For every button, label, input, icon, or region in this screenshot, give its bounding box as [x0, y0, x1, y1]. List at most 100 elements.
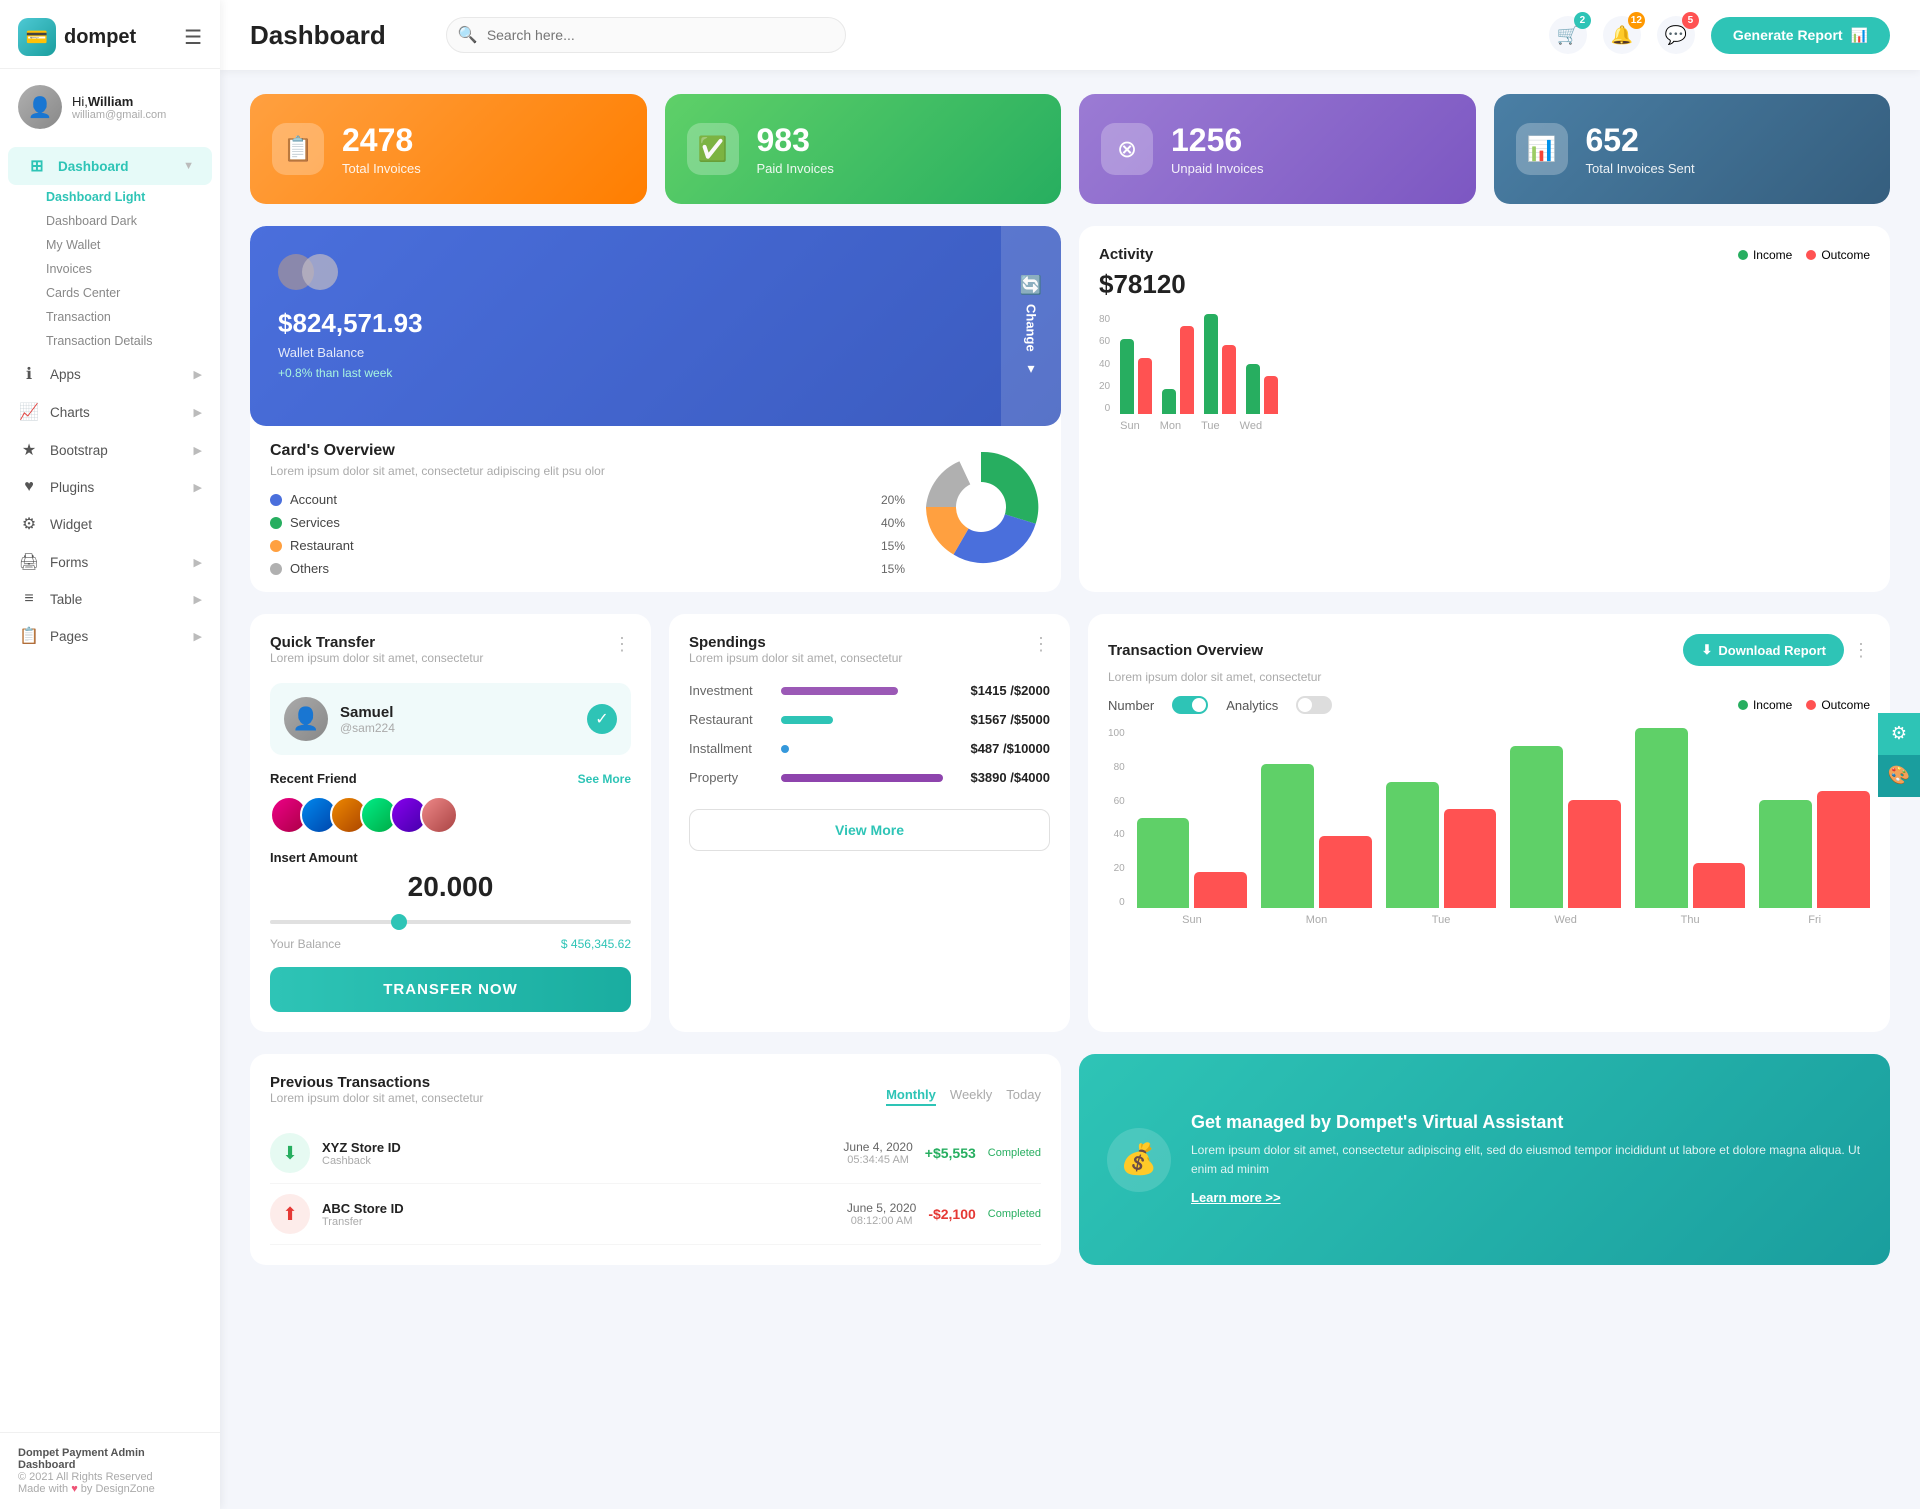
- subnav-transaction[interactable]: Transaction: [0, 305, 220, 329]
- big-fri-income: [1759, 800, 1812, 908]
- amount-slider[interactable]: [270, 920, 631, 924]
- tx-name-2: ABC Store ID: [322, 1201, 835, 1216]
- chevron-down-icon: ▼: [183, 160, 194, 172]
- wallet-change: +0.8% than last week: [278, 366, 1033, 380]
- sidebar-item-label-forms: Forms: [50, 555, 88, 570]
- to-income-legend: Income: [1738, 698, 1792, 712]
- mon-income-bar: [1162, 389, 1176, 414]
- hamburger-menu[interactable]: ☰: [184, 25, 202, 50]
- spending-items: Investment $1415 /$2000 Restaurant $1567…: [689, 683, 1050, 785]
- tab-today[interactable]: Today: [1006, 1087, 1041, 1106]
- qt-header: Quick Transfer Lorem ipsum dolor sit ame…: [270, 634, 631, 679]
- sidebar-item-charts[interactable]: 📈 Charts ▶: [0, 393, 220, 431]
- restaurant-label: Restaurant: [689, 712, 769, 727]
- change-button[interactable]: 🔄 Change ▾: [1001, 226, 1061, 426]
- spending-property: Property $3890 /$4000: [689, 770, 1050, 785]
- pie-center: [956, 482, 1006, 532]
- apps-icon: ℹ: [18, 364, 40, 384]
- spendings-panel: Spendings Lorem ipsum dolor sit amet, co…: [669, 614, 1070, 1032]
- qt-more-button[interactable]: ⋮: [613, 634, 631, 655]
- pt-title: Previous Transactions: [270, 1074, 483, 1091]
- big-thu-income: [1635, 728, 1688, 908]
- y-axis-big: 100 80 60 40 20 0: [1108, 728, 1131, 908]
- installment-bar-wrap: [781, 745, 948, 753]
- forms-arrow-icon: ▶: [194, 556, 202, 569]
- sidebar-item-label-charts: Charts: [50, 405, 90, 420]
- sidebar-item-dashboard[interactable]: ⊞ Dashboard ▼: [8, 147, 212, 185]
- recent-label: Recent Friend: [270, 771, 357, 786]
- big-chart-area: 100 80 60 40 20 0: [1108, 728, 1870, 926]
- subnav-transaction-details[interactable]: Transaction Details: [0, 329, 220, 353]
- tx-status: Completed: [988, 1147, 1041, 1159]
- to-outcome-dot: [1806, 700, 1816, 710]
- user-name: William: [88, 94, 133, 109]
- wed-outcome-bar: [1264, 376, 1278, 414]
- cart-button[interactable]: 🛒2: [1549, 16, 1587, 54]
- friend-6[interactable]: [420, 796, 458, 834]
- generate-report-button[interactable]: Generate Report 📊: [1711, 17, 1890, 54]
- color-float-button[interactable]: 🎨: [1878, 755, 1920, 797]
- notification-button[interactable]: 🔔12: [1603, 16, 1641, 54]
- sidebar-item-bootstrap[interactable]: ★ Bootstrap ▶: [0, 431, 220, 469]
- download-icon: ⬇: [1701, 642, 1712, 658]
- subnav-invoices[interactable]: Invoices: [0, 257, 220, 281]
- legend-others: Others 15%: [270, 561, 905, 576]
- number-toggle[interactable]: [1172, 696, 1208, 714]
- label-mon: Mon: [1160, 420, 1181, 432]
- recipient-id: @sam224: [340, 721, 395, 735]
- analytics-toggle[interactable]: [1296, 696, 1332, 714]
- plugins-icon: ♥: [18, 478, 40, 496]
- big-wed-outcome: [1568, 800, 1621, 908]
- sidebar-item-label-apps: Apps: [50, 367, 81, 382]
- footer-made: Made with ♥ by DesignZone: [18, 1483, 202, 1495]
- big-bar-fri: [1759, 791, 1870, 908]
- sidebar-item-widget[interactable]: ⚙ Widget: [0, 505, 220, 543]
- big-sun-outcome: [1194, 872, 1247, 908]
- search-input[interactable]: [446, 17, 846, 53]
- view-more-button[interactable]: View More: [689, 809, 1050, 851]
- to-desc: Lorem ipsum dolor sit amet, consectetur: [1108, 670, 1870, 684]
- notification-badge: 12: [1628, 12, 1645, 29]
- bar-chart-icon: 📊: [1851, 27, 1868, 44]
- see-more-link[interactable]: See More: [578, 772, 631, 786]
- balance-label: Your Balance: [270, 937, 341, 951]
- outcome-legend: Outcome: [1806, 248, 1870, 262]
- tx-upload-icon: ⬆: [270, 1194, 310, 1234]
- sidebar-item-plugins[interactable]: ♥ Plugins ▶: [0, 469, 220, 505]
- overview-text: Card's Overview Lorem ipsum dolor sit am…: [270, 442, 905, 576]
- prev-transactions-panel: Previous Transactions Lorem ipsum dolor …: [250, 1054, 1061, 1265]
- subnav-dashboard-light[interactable]: Dashboard Light: [0, 185, 220, 209]
- tue-income-bar: [1204, 314, 1218, 414]
- message-button[interactable]: 💬5: [1657, 16, 1695, 54]
- sidebar-item-table[interactable]: ≡ Table ▶: [0, 581, 220, 617]
- subnav-dashboard-dark[interactable]: Dashboard Dark: [0, 209, 220, 233]
- sidebar-item-pages[interactable]: 📋 Pages ▶: [0, 617, 220, 655]
- tx-date-2: June 5, 2020: [847, 1201, 916, 1215]
- subnav-my-wallet[interactable]: My Wallet: [0, 233, 220, 257]
- tab-monthly[interactable]: Monthly: [886, 1087, 936, 1106]
- legend-services-label: Services: [290, 515, 340, 530]
- to-more-button[interactable]: ⋮: [1852, 640, 1870, 661]
- sidebar-item-forms[interactable]: 🖨 Forms ▶: [0, 543, 220, 581]
- tab-weekly[interactable]: Weekly: [950, 1087, 992, 1106]
- subnav-cards-center[interactable]: Cards Center: [0, 281, 220, 305]
- big-tue-income: [1386, 782, 1439, 908]
- others-dot: [270, 563, 282, 575]
- prev-row: Previous Transactions Lorem ipsum dolor …: [250, 1054, 1890, 1265]
- tue-outcome-bar: [1222, 345, 1236, 414]
- sidebar-item-apps[interactable]: ℹ Apps ▶: [0, 355, 220, 393]
- tx-type-2: Transfer: [322, 1216, 835, 1228]
- wallet-label: Wallet Balance: [278, 345, 1033, 360]
- download-report-button[interactable]: ⬇ Download Report: [1683, 634, 1844, 666]
- spending-investment: Investment $1415 /$2000: [689, 683, 1050, 698]
- bar-tue: [1204, 314, 1236, 414]
- settings-float-button[interactable]: ⚙: [1878, 713, 1920, 755]
- va-learn-more-link[interactable]: Learn more >>: [1191, 1190, 1281, 1205]
- activity-legend: Income Outcome: [1738, 248, 1870, 262]
- y-axis: 80 60 40 20 0: [1099, 314, 1114, 414]
- to-header-right: ⬇ Download Report ⋮: [1683, 634, 1870, 666]
- recipient-info: Samuel @sam224: [340, 704, 395, 735]
- transfer-now-button[interactable]: TRANSFER NOW: [270, 967, 631, 1012]
- tx-download-icon: ⬇: [270, 1133, 310, 1173]
- sp-more-button[interactable]: ⋮: [1032, 634, 1050, 655]
